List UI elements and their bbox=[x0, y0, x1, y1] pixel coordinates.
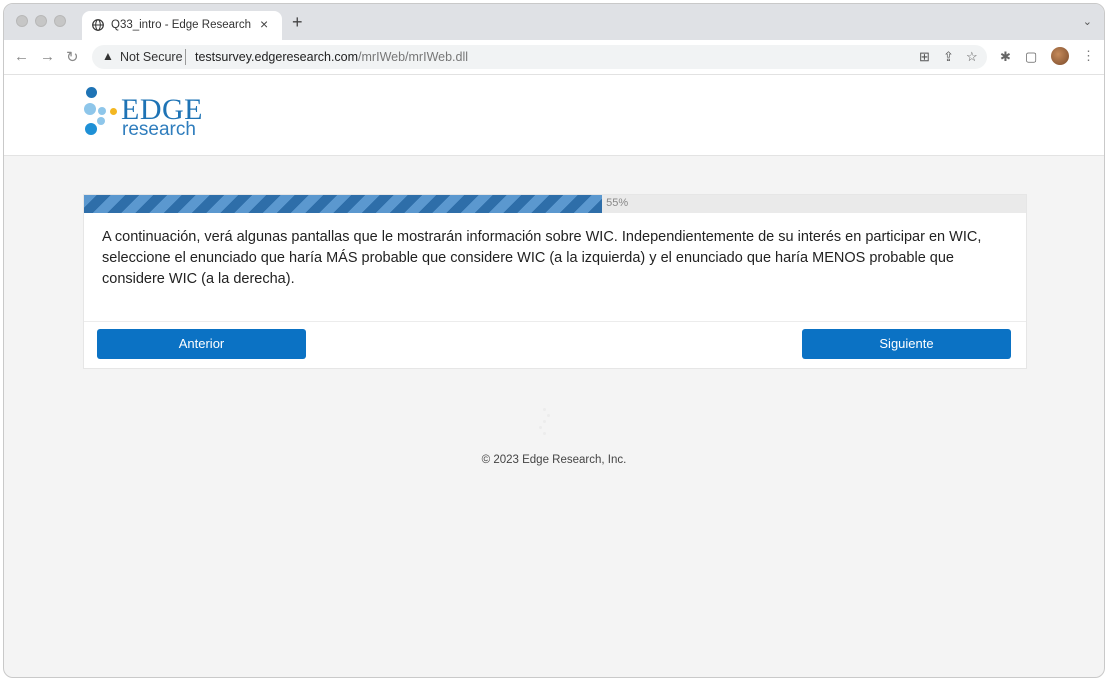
reload-icon[interactable]: ↻ bbox=[66, 48, 79, 66]
security-label[interactable]: Not Secure bbox=[120, 50, 183, 64]
back-icon[interactable]: ← bbox=[14, 48, 29, 65]
logo-dot bbox=[84, 103, 96, 115]
maximize-window-button[interactable] bbox=[54, 15, 66, 27]
share-icon[interactable]: ⇪ bbox=[943, 49, 954, 65]
url-host: testsurvey.edgeresearch.com bbox=[195, 50, 359, 64]
tab-strip: Q33_intro - Edge Research Su × + ⌄ bbox=[4, 4, 1104, 40]
translate-icon[interactable]: ⊞ bbox=[919, 49, 930, 65]
logo-research-text: research bbox=[122, 119, 196, 140]
new-tab-button[interactable]: + bbox=[292, 12, 303, 33]
site-header: EDGE research bbox=[4, 75, 1104, 156]
logo-dot bbox=[98, 107, 106, 115]
question-text: A continuación, verá algunas pantallas q… bbox=[102, 229, 982, 287]
progress-bar: 55% bbox=[84, 195, 1026, 213]
bookmark-star-icon[interactable]: ☆ bbox=[966, 49, 978, 65]
loading-spinner-icon bbox=[538, 408, 550, 444]
address-bar[interactable]: ▲ Not Secure testsurvey.edgeresearch.com… bbox=[92, 45, 987, 69]
more-menu-icon[interactable]: ⋮ bbox=[1082, 48, 1095, 64]
profile-avatar[interactable] bbox=[1051, 47, 1069, 65]
tab-search-chevron-icon[interactable]: ⌄ bbox=[1083, 15, 1092, 28]
browser-window: Q33_intro - Edge Research Su × + ⌄ ← → ↻… bbox=[3, 3, 1105, 678]
logo-dot bbox=[85, 123, 97, 135]
tab-close-icon[interactable]: × bbox=[260, 16, 268, 32]
divider bbox=[84, 321, 1026, 322]
minimize-window-button[interactable] bbox=[35, 15, 47, 27]
footer-copyright: © 2023 Edge Research, Inc. bbox=[481, 454, 627, 466]
tab-title: Q33_intro - Edge Research Su bbox=[111, 19, 251, 31]
url-path: /mrIWeb/mrIWeb.dll bbox=[358, 50, 469, 64]
progress-label: 55% bbox=[606, 197, 629, 209]
url-text[interactable]: testsurvey.edgeresearch.com/mrIWeb/mrIWe… bbox=[195, 50, 468, 64]
globe-icon bbox=[92, 19, 104, 31]
edge-research-logo: EDGE research bbox=[82, 83, 222, 143]
extensions-icon[interactable]: ✱ bbox=[1000, 49, 1011, 65]
close-window-button[interactable] bbox=[16, 15, 28, 27]
progress-fill bbox=[84, 195, 603, 213]
logo-dot bbox=[110, 108, 117, 115]
side-panel-icon[interactable]: ▢ bbox=[1025, 49, 1037, 65]
browser-toolbar: ← → ↻ ▲ Not Secure testsurvey.edgeresear… bbox=[4, 40, 1104, 75]
next-button[interactable]: Siguiente bbox=[802, 329, 1011, 359]
logo-dot bbox=[86, 87, 97, 98]
browser-tab-active[interactable]: Q33_intro - Edge Research Su × bbox=[82, 11, 282, 40]
forward-icon[interactable]: → bbox=[40, 48, 55, 65]
logo-dot bbox=[97, 117, 105, 125]
address-separator bbox=[185, 49, 186, 65]
warning-icon[interactable]: ▲ bbox=[102, 49, 114, 63]
previous-button[interactable]: Anterior bbox=[97, 329, 306, 359]
survey-card: 55% A continuación, verá algunas pantall… bbox=[83, 194, 1027, 369]
